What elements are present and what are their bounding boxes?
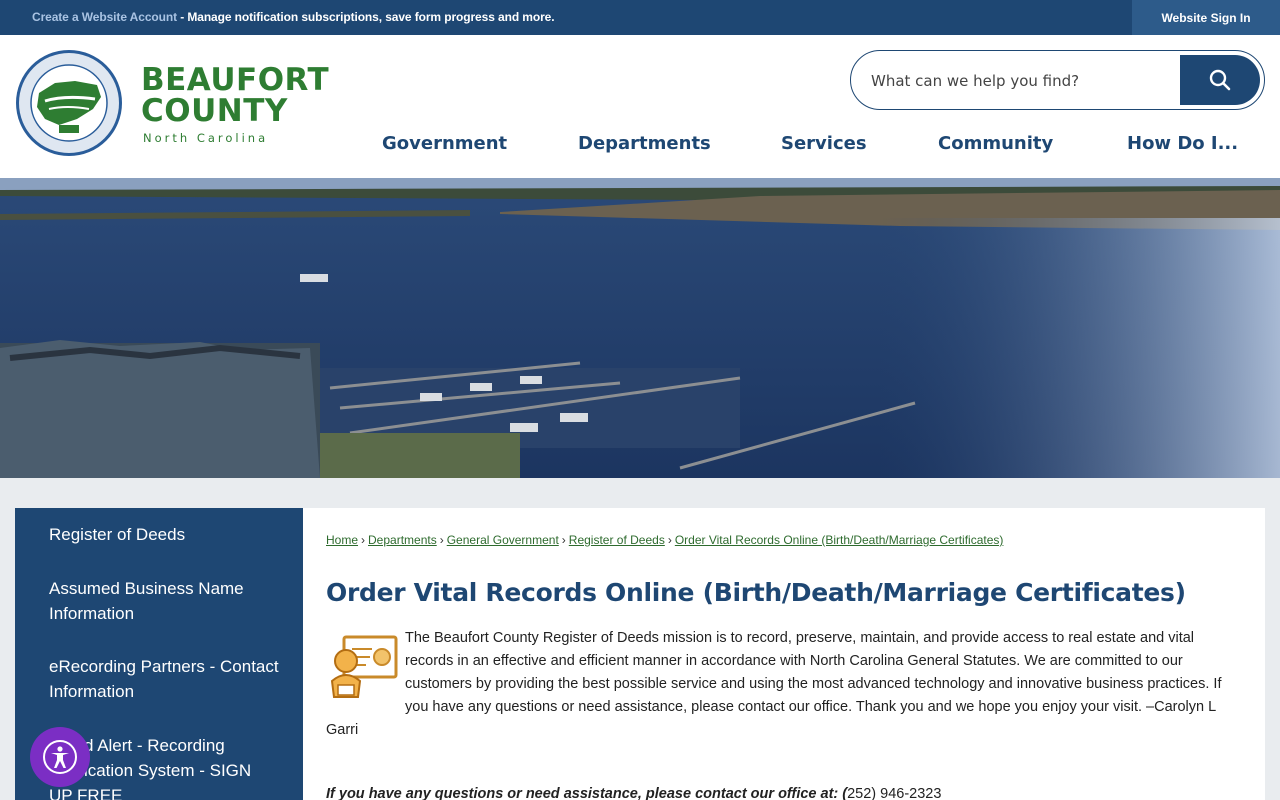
nav-services[interactable]: Services [781, 133, 867, 154]
sidebar-item-assumed-business-name[interactable]: Assumed Business Name Information [49, 576, 279, 626]
vital-records-certificate-icon [330, 635, 398, 698]
search-input[interactable] [871, 69, 1171, 93]
breadcrumb-separator: › [561, 533, 566, 547]
breadcrumb-separator: › [439, 533, 444, 547]
accessibility-icon [43, 740, 77, 774]
breadcrumb-register-of-deeds[interactable]: Register of Deeds [569, 533, 665, 547]
contact-line: If you have any questions or need assist… [326, 786, 941, 800]
brand-line-2: COUNTY [141, 93, 288, 129]
mission-text: The Beaufort County Register of Deeds mi… [326, 630, 1222, 738]
breadcrumb: Home › Departments › General Government › Regi… [326, 533, 1003, 547]
nav-government[interactable]: Government [382, 133, 507, 154]
nav-how-do-i[interactable]: How Do I... [1127, 133, 1238, 154]
mission-statement: The Beaufort County Register of Deeds mi… [326, 627, 1236, 742]
waterfront-photo [0, 178, 1280, 478]
breadcrumb-home[interactable]: Home [326, 533, 358, 547]
breadcrumb-general-government[interactable]: General Government [447, 533, 559, 547]
breadcrumb-separator: › [361, 533, 366, 547]
search-box [850, 50, 1265, 110]
sidebar-item-register-of-deeds[interactable]: Register of Deeds [49, 522, 279, 547]
nav-departments[interactable]: Departments [578, 133, 711, 154]
search-button[interactable] [1180, 55, 1260, 105]
hero-banner-image [0, 178, 1280, 478]
main-content: Home › Departments › General Government › Regi… [303, 508, 1265, 800]
sidebar-item-erecording-partners[interactable]: eRecording Partners - Contact Informatio… [49, 654, 279, 704]
page-title: Order Vital Records Online (Birth/Death/… [326, 578, 1186, 607]
breadcrumb-separator: › [667, 533, 672, 547]
search-icon [1209, 69, 1231, 91]
site-header: BEAUFORT COUNTY North Carolina Governmen… [0, 35, 1280, 178]
main-navigation: Government Departments Services Communit… [0, 133, 1280, 159]
website-sign-in-button[interactable]: Website Sign In [1132, 0, 1280, 35]
top-bar: Create a Website Account - Manage notifi… [0, 0, 1280, 35]
create-account-link[interactable]: Create a Website Account [32, 10, 177, 24]
contact-label: If you have any questions or need assist… [326, 786, 848, 800]
brand-line-1: BEAUFORT [141, 62, 330, 98]
breadcrumb-departments[interactable]: Departments [368, 533, 437, 547]
account-message: Create a Website Account - Manage notifi… [32, 10, 555, 24]
breadcrumb-current-page[interactable]: Order Vital Records Online (Birth/Death/… [675, 533, 1004, 547]
nav-community[interactable]: Community [938, 133, 1053, 154]
contact-phone[interactable]: 252) 946-2323 [847, 786, 941, 800]
account-message-text: - Manage notification subscriptions, sav… [176, 10, 555, 24]
accessibility-widget-button[interactable] [30, 727, 90, 787]
